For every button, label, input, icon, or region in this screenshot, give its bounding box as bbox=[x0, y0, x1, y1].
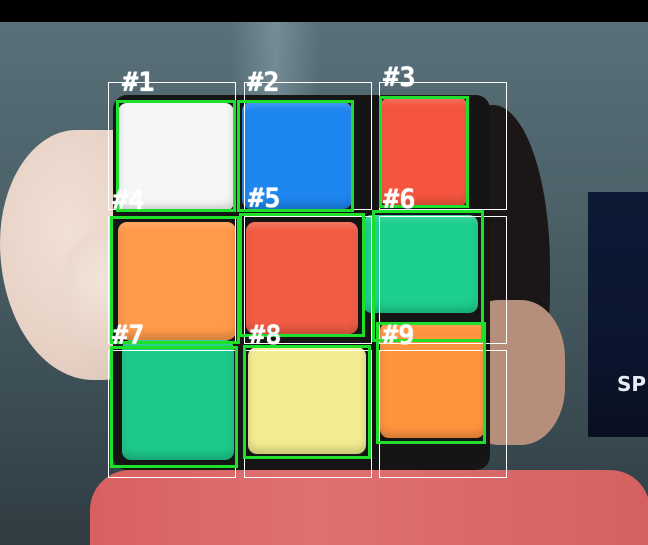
poster-text: SP bbox=[617, 372, 647, 396]
cell-label: #2 bbox=[247, 67, 280, 98]
cell-label: #1 bbox=[122, 67, 155, 98]
person-shirt bbox=[90, 470, 648, 545]
cell-label: #8 bbox=[249, 320, 282, 351]
top-black-bar bbox=[0, 0, 648, 22]
detection-box bbox=[243, 345, 371, 459]
camera-frame: SP #1 #2 #3 #4 #5 #6 #7 #8 #9 bbox=[0, 0, 648, 545]
wall-poster bbox=[588, 192, 648, 437]
cell-label: #7 bbox=[112, 320, 145, 351]
cell-label: #5 bbox=[248, 183, 281, 214]
detection-box bbox=[239, 213, 365, 337]
cell-label: #4 bbox=[112, 185, 145, 216]
cell-label: #9 bbox=[382, 320, 415, 351]
cell-label: #3 bbox=[383, 62, 416, 93]
detection-box bbox=[110, 346, 238, 468]
cell-label: #6 bbox=[383, 184, 416, 215]
